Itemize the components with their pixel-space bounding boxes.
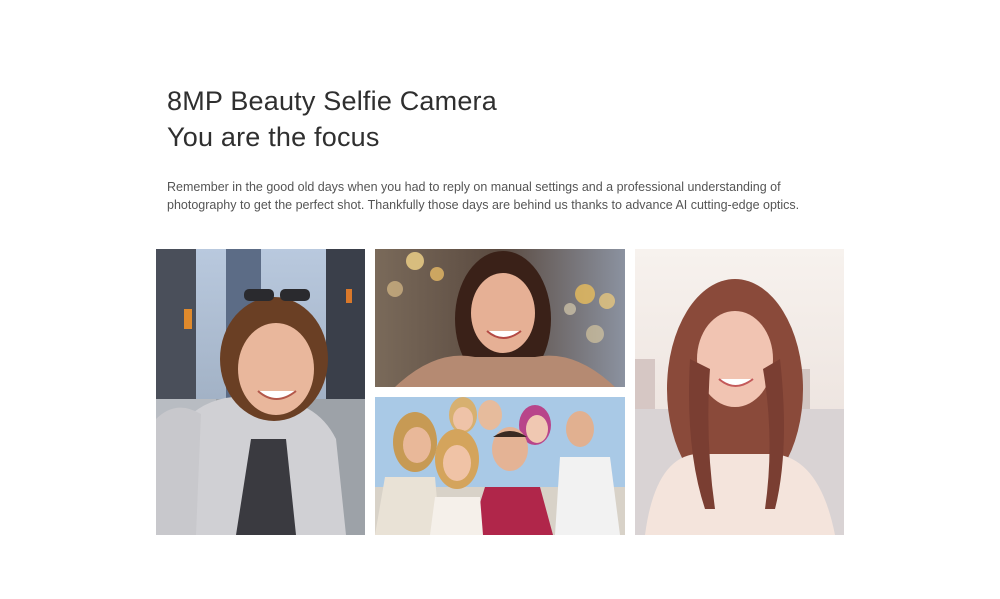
page-title: 8MP Beauty Selfie Camera You are the foc… [167,83,497,155]
photo-group-selfie [375,397,625,535]
title-line-2: You are the focus [167,122,380,152]
description-text: Remember in the good old days when you h… [167,180,800,212]
photo-waterfront-selfie [635,249,844,535]
product-feature-section: 8MP Beauty Selfie Camera You are the foc… [0,0,1000,599]
title-line-1: 8MP Beauty Selfie Camera [167,86,497,116]
photo-city-selfie [156,249,365,535]
photo-bokeh-selfie [375,249,625,387]
